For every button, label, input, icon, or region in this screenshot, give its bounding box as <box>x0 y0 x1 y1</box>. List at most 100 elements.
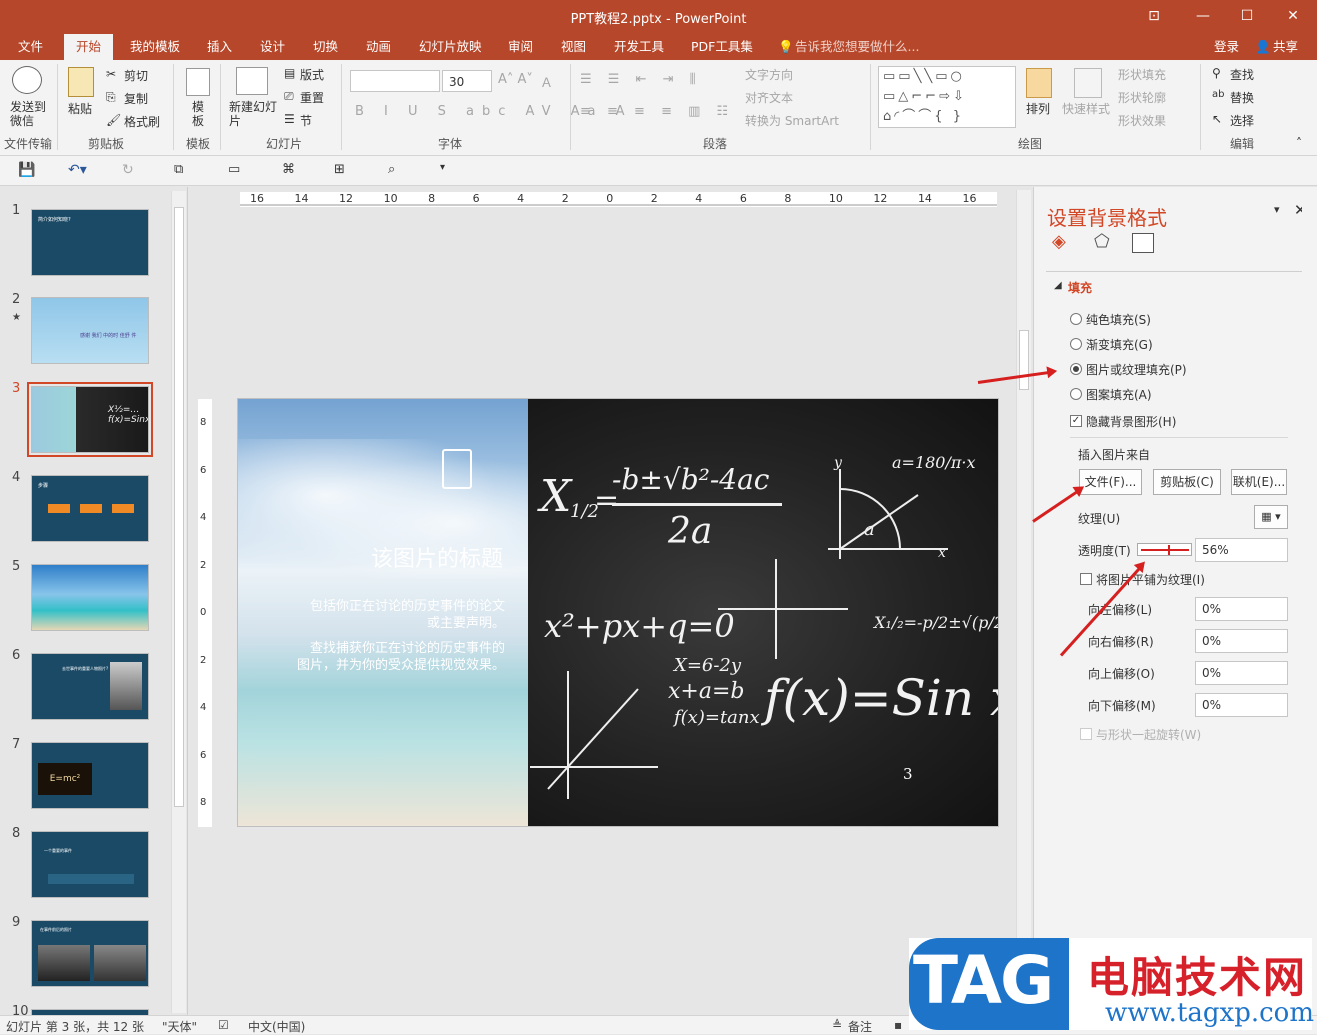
clipboard-button[interactable]: 剪贴板(C) <box>1153 469 1221 495</box>
save-icon[interactable]: 💾 <box>18 162 35 178</box>
language-indicator[interactable]: 中文(中国) <box>248 1018 305 1035</box>
undo-icon[interactable]: ↶▾ <box>68 162 87 178</box>
list-icons[interactable]: ☰ ☰ ⇤ ⇥ ⫼ <box>580 72 702 87</box>
quick-styles-icon[interactable] <box>1074 68 1102 98</box>
picture-icon[interactable] <box>1132 233 1154 253</box>
tab-home[interactable]: 开始 <box>64 34 114 60</box>
maximize-button[interactable]: ☐ <box>1227 4 1267 28</box>
login-link[interactable]: 登录 <box>1214 34 1239 60</box>
arrange-icon[interactable] <box>1026 68 1052 98</box>
qat-present-icon[interactable]: ⌘ <box>282 162 295 177</box>
online-button[interactable]: 联机(E)... <box>1231 469 1287 495</box>
pattern-fill-label[interactable]: 图案填充(A) <box>1086 386 1152 403</box>
tab-my-templates[interactable]: 我的模板 <box>130 34 180 60</box>
fill-bucket-icon[interactable]: ◈ <box>1052 231 1076 255</box>
picture-fill-radio[interactable] <box>1070 363 1082 375</box>
offset-top-input[interactable]: 0% <box>1195 661 1288 685</box>
vertical-ruler[interactable]: 8 6 4 2 0 2 4 6 8 <box>198 399 212 827</box>
slide-thumbnail-6[interactable]: 去世事件的重要人物照片? <box>31 653 149 720</box>
template-button[interactable]: 模板 <box>192 100 206 128</box>
hide-bg-label[interactable]: 隐藏背景图形(H) <box>1086 413 1176 430</box>
tab-pdf-tools[interactable]: PDF工具集 <box>691 34 753 60</box>
slide-thumbnail-5[interactable] <box>31 564 149 631</box>
tab-transitions[interactable]: 切换 <box>313 34 338 60</box>
shape-fill-button[interactable]: 形状填充 <box>1118 66 1166 83</box>
slide-title[interactable]: 该图片的标题 <box>238 541 503 573</box>
select-button[interactable]: 选择 <box>1230 112 1254 129</box>
format-painter-button[interactable]: 格式刷 <box>124 113 160 130</box>
font-size-dropdown[interactable]: 30 <box>442 70 492 92</box>
editor-scrollbar[interactable] <box>1016 190 1031 1015</box>
hide-bg-checkbox[interactable]: ✓ <box>1070 415 1082 427</box>
tab-file[interactable]: 文件 <box>18 34 43 60</box>
qat-slide-icon[interactable]: ⧉ <box>174 162 183 177</box>
picture-fill-label[interactable]: 图片或纹理填充(P) <box>1086 361 1187 378</box>
qat-preview-icon[interactable]: ⌕ <box>388 162 395 177</box>
file-button[interactable]: 文件(F)... <box>1079 469 1142 495</box>
shape-effects-button[interactable]: 形状效果 <box>1118 112 1166 129</box>
horizontal-ruler[interactable]: 16 14 12 10 8 6 4 2 0 2 4 6 8 10 12 14 16 <box>240 192 997 207</box>
tab-insert[interactable]: 插入 <box>207 34 232 60</box>
gradient-fill-radio[interactable] <box>1070 338 1082 350</box>
minimize-button[interactable]: — <box>1183 4 1223 28</box>
tab-design[interactable]: 设计 <box>260 34 285 60</box>
slide-thumbnail-8[interactable]: 一个重要的事件 <box>31 831 149 898</box>
redo-icon[interactable]: ↻ <box>122 162 134 178</box>
gradient-fill-label[interactable]: 渐变填充(G) <box>1086 336 1153 353</box>
spellcheck-icon[interactable]: ☑ <box>218 1018 229 1032</box>
text-direction-button[interactable]: 文字方向 <box>745 66 793 83</box>
transparency-slider[interactable] <box>1137 543 1192 556</box>
slide-thumbnail-9[interactable]: 在事件前后的照片 <box>31 920 149 987</box>
slide-thumbnail-1[interactable]: 简介如何知晓? <box>31 209 149 276</box>
thumbnails-scrollbar[interactable] <box>171 191 186 1013</box>
find-button[interactable]: 查找 <box>1230 66 1254 83</box>
tile-checkbox[interactable] <box>1080 573 1092 585</box>
solid-fill-label[interactable]: 纯色填充(S) <box>1086 311 1151 328</box>
offset-bottom-input[interactable]: 0% <box>1195 693 1288 717</box>
pentagon-effects-icon[interactable]: ⬠ <box>1094 231 1118 255</box>
notes-button[interactable]: 备注 <box>848 1018 872 1035</box>
qat-customize-icon[interactable]: ▾ <box>440 162 445 173</box>
qat-screen-icon[interactable]: ⊞ <box>334 162 345 177</box>
pane-scrollbar[interactable] <box>1302 187 1317 1015</box>
layout-button[interactable]: 版式 <box>300 66 324 83</box>
fill-section-header[interactable]: 填充 <box>1068 279 1092 296</box>
current-slide[interactable]: 该图片的标题 包括你正在讨论的历史事件的论文 或主要声明。 查找捕获你正在讨论的… <box>237 398 999 827</box>
tab-slideshow[interactable]: 幻灯片放映 <box>419 34 482 60</box>
new-slide-icon[interactable] <box>236 67 268 95</box>
tile-label[interactable]: 将图片平铺为纹理(I) <box>1096 571 1205 588</box>
reset-button[interactable]: 重置 <box>300 89 324 106</box>
cut-button[interactable]: 剪切 <box>124 67 148 84</box>
wechat-icon[interactable] <box>12 66 42 94</box>
clear-format-icon[interactable]: Ａ <box>540 72 553 91</box>
smartart-button[interactable]: 转换为 SmartArt <box>745 112 839 129</box>
rotate-checkbox[interactable] <box>1080 728 1092 740</box>
pane-options-icon[interactable]: ▾ <box>1274 203 1280 216</box>
paste-button[interactable]: 粘贴 <box>68 100 92 117</box>
template-icon[interactable] <box>186 68 210 96</box>
collapse-ribbon-icon[interactable]: ˄ <box>1296 136 1302 150</box>
align-icons[interactable]: ≡ ≡ ≡ ≡ ▥ ☷ <box>580 104 734 119</box>
tab-review[interactable]: 审阅 <box>508 34 533 60</box>
transparency-input[interactable]: 56% <box>1195 538 1288 562</box>
slide-body-1[interactable]: 包括你正在讨论的历史事件的论文 或主要声明。 <box>238 598 505 632</box>
texture-dropdown[interactable]: ▦ ▾ <box>1254 505 1288 529</box>
paste-icon[interactable] <box>68 67 94 97</box>
offset-left-input[interactable]: 0% <box>1195 597 1288 621</box>
slide-body-2[interactable]: 查找捕获你正在讨论的历史事件的 图片，并为你的受众提供视觉效果。 <box>238 640 505 674</box>
help-box-icon[interactable]: ⊡ <box>1134 4 1174 28</box>
arrange-button[interactable]: 排列 <box>1026 100 1050 117</box>
qat-textbox-icon[interactable]: ▭ <box>228 162 240 177</box>
close-button[interactable]: ✕ <box>1273 4 1313 28</box>
tab-view[interactable]: 视图 <box>561 34 586 60</box>
collapse-triangle-icon[interactable]: ◢ <box>1054 280 1062 291</box>
shapes-gallery[interactable]: ▭▭╲╲▭○ ▭△⌐⌐⇨⇩ ⌂◜⌒⌒{ } <box>878 66 1016 128</box>
shape-outline-button[interactable]: 形状轮廓 <box>1118 89 1166 106</box>
replace-button[interactable]: 替换 <box>1230 89 1254 106</box>
font-name-dropdown[interactable] <box>350 70 440 92</box>
tab-developer[interactable]: 开发工具 <box>614 34 664 60</box>
new-slide-button[interactable]: 新建幻灯片 <box>229 100 277 128</box>
copy-button[interactable]: 复制 <box>124 90 148 107</box>
offset-right-input[interactable]: 0% <box>1195 629 1288 653</box>
slide-thumbnail-7[interactable]: E=mc² <box>31 742 149 809</box>
